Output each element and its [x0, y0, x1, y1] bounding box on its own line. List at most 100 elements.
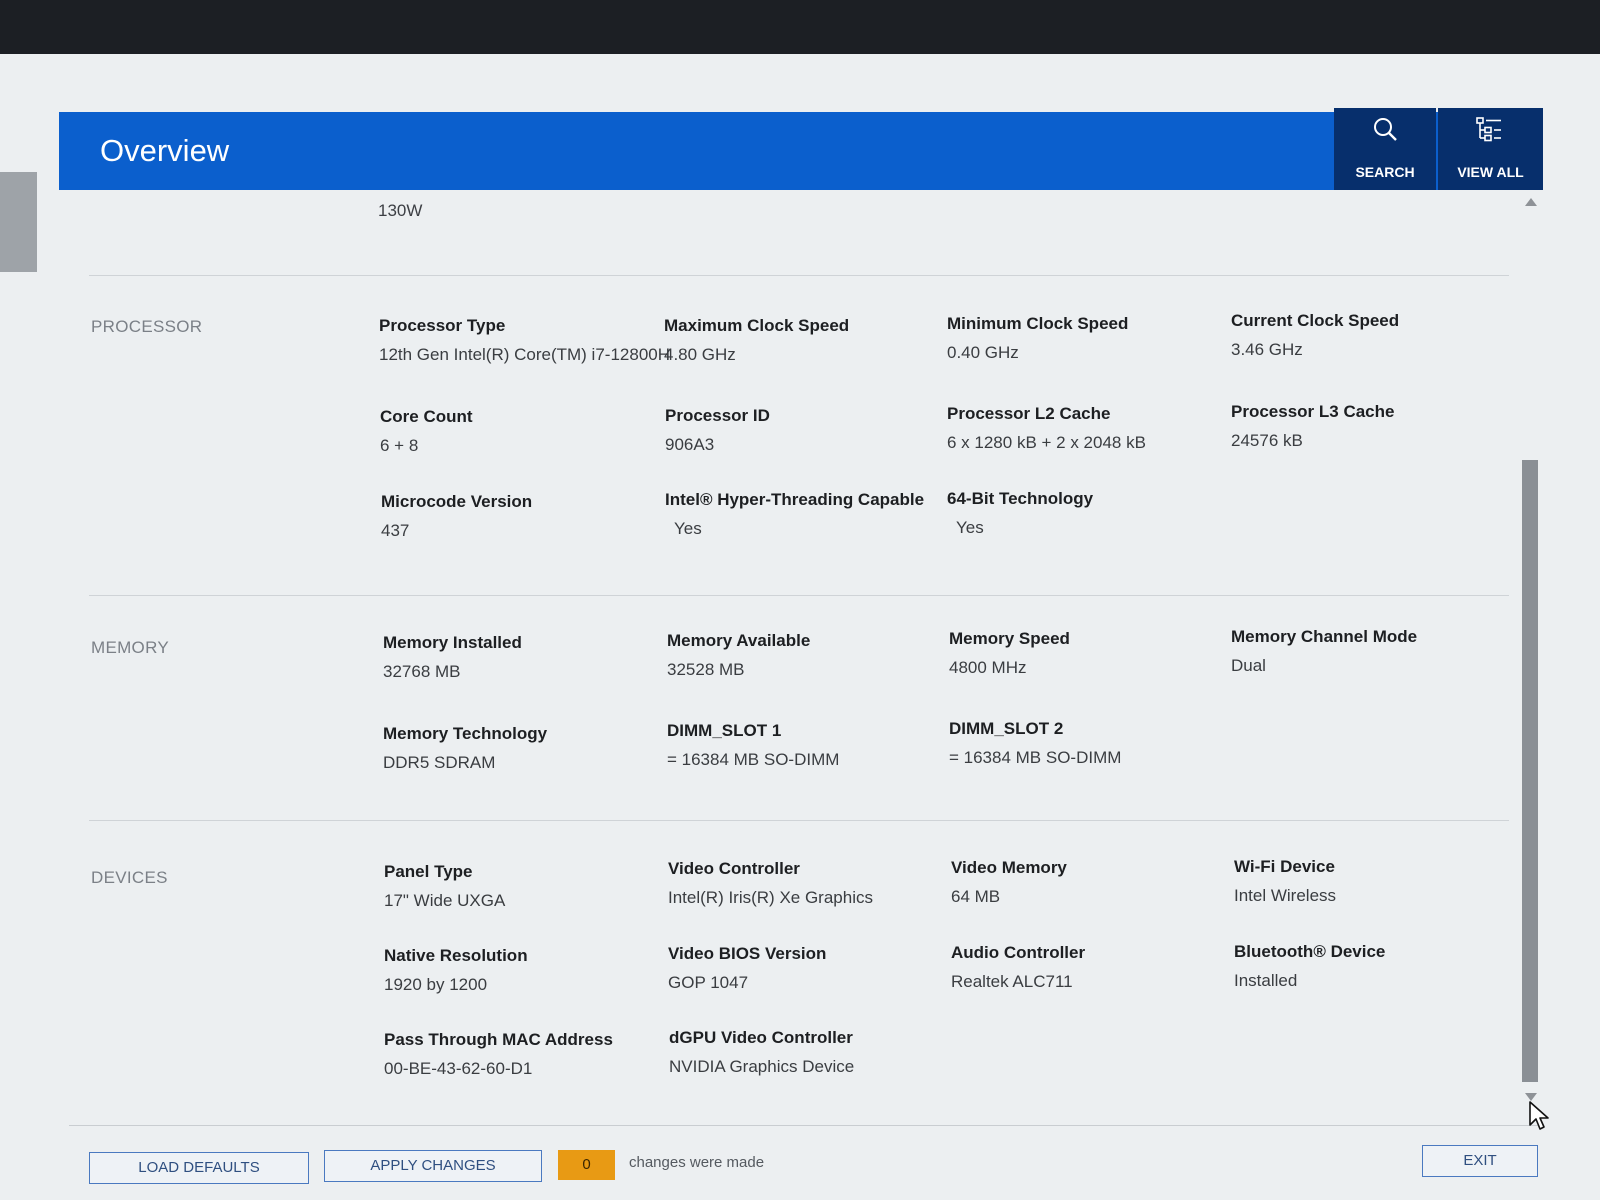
- field-core-count: Core Count 6 + 8: [380, 407, 658, 456]
- field-value: Yes: [674, 519, 702, 538]
- field-label: Processor Type: [379, 316, 506, 335]
- field-label: Microcode Version: [381, 492, 533, 511]
- section-label-memory: MEMORY: [91, 638, 169, 657]
- field-label: Native Resolution: [384, 946, 528, 965]
- field-processor-type: Processor Type 12th Gen Intel(R) Core(TM…: [379, 316, 671, 365]
- field-value: Intel Wireless: [1234, 886, 1337, 905]
- field-label: Bluetooth® Device: [1234, 942, 1386, 961]
- field-microcode-version: Microcode Version 437: [381, 492, 659, 541]
- field-label: Video BIOS Version: [668, 944, 827, 963]
- scrollbar-thumb[interactable]: [1522, 460, 1538, 1082]
- search-button[interactable]: SEARCH: [1334, 108, 1436, 190]
- field-audio-controller: Audio Controller Realtek ALC711: [951, 943, 1229, 992]
- field-hyper-threading: Intel® Hyper-Threading Capable Yes: [665, 490, 943, 539]
- field-maximum-clock-speed: Maximum Clock Speed 4.80 GHz: [664, 316, 942, 365]
- field-memory-available: Memory Available 32528 MB: [667, 631, 945, 680]
- footer-divider: [69, 1125, 1539, 1126]
- field-label: Memory Available: [667, 631, 811, 650]
- field-label: Memory Channel Mode: [1231, 627, 1418, 646]
- field-label: Processor L3 Cache: [1231, 402, 1395, 421]
- overview-header: Overview SEARCH VIEW ALL: [59, 108, 1543, 190]
- field-value: 12th Gen Intel(R) Core(TM) i7-12800H: [379, 345, 671, 364]
- field-label: Current Clock Speed: [1231, 311, 1400, 330]
- field-value: 32768 MB: [383, 662, 461, 681]
- field-dimm-slot-2: DIMM_SLOT 2 = 16384 MB SO-DIMM: [949, 719, 1227, 768]
- field-label: Panel Type: [384, 862, 473, 881]
- field-value: 6 + 8: [380, 436, 419, 455]
- field-label: Wi-Fi Device: [1234, 857, 1335, 876]
- field-wifi-device: Wi-Fi Device Intel Wireless: [1234, 857, 1512, 906]
- overview-content: 130W PROCESSOR Processor Type 12th Gen I…: [59, 190, 1519, 1115]
- field-label: 64-Bit Technology: [947, 489, 1094, 508]
- field-value: Installed: [1234, 971, 1298, 990]
- field-label: Intel® Hyper-Threading Capable: [665, 490, 925, 509]
- apply-changes-button[interactable]: APPLY CHANGES: [324, 1150, 542, 1182]
- field-processor-id: Processor ID 906A3: [665, 406, 943, 455]
- field-value: 0.40 GHz: [947, 343, 1019, 362]
- field-memory-speed: Memory Speed 4800 MHz: [949, 629, 1227, 678]
- field-label: Minimum Clock Speed: [947, 314, 1129, 333]
- field-dgpu-video-controller: dGPU Video Controller NVIDIA Graphics De…: [669, 1028, 947, 1077]
- field-native-resolution: Native Resolution 1920 by 1200: [384, 946, 662, 995]
- field-label: dGPU Video Controller: [669, 1028, 853, 1047]
- page-title: Overview: [100, 133, 230, 168]
- field-label: DIMM_SLOT 1: [667, 721, 782, 740]
- field-label: Core Count: [380, 407, 473, 426]
- monitor-bezel: [0, 0, 1600, 54]
- section-label-devices: DEVICES: [91, 868, 168, 887]
- field-value: NVIDIA Graphics Device: [669, 1057, 855, 1076]
- section-divider: [89, 595, 1509, 596]
- load-defaults-button[interactable]: LOAD DEFAULTS: [89, 1152, 309, 1184]
- field-value: 32528 MB: [667, 660, 745, 679]
- field-value: 437: [381, 521, 410, 540]
- field-value: GOP 1047: [668, 973, 749, 992]
- field-value: 00-BE-43-62-60-D1: [384, 1059, 533, 1078]
- field-memory-installed: Memory Installed 32768 MB: [383, 633, 661, 682]
- field-memory-technology: Memory Technology DDR5 SDRAM: [383, 724, 661, 773]
- field-value: 1920 by 1200: [384, 975, 488, 994]
- field-value: 4.80 GHz: [664, 345, 736, 364]
- field-label: Processor L2 Cache: [947, 404, 1111, 423]
- vertical-scrollbar[interactable]: [1521, 196, 1539, 1106]
- field-panel-type: Panel Type 17" Wide UXGA: [384, 862, 662, 911]
- power-adapter-value: 130W: [378, 201, 423, 220]
- exit-button[interactable]: EXIT: [1422, 1145, 1538, 1177]
- field-minimum-clock-speed: Minimum Clock Speed 0.40 GHz: [947, 314, 1225, 363]
- field-label: DIMM_SLOT 2: [949, 719, 1064, 738]
- field-64-bit-technology: 64-Bit Technology Yes: [947, 489, 1225, 538]
- field-value: DDR5 SDRAM: [383, 753, 496, 772]
- field-label: Pass Through MAC Address: [384, 1030, 613, 1049]
- search-icon: [1374, 118, 1397, 141]
- field-value: Realtek ALC711: [951, 972, 1073, 991]
- tree-list-icon: [1476, 117, 1501, 142]
- field-label: Audio Controller: [951, 943, 1086, 962]
- field-value: = 16384 MB SO-DIMM: [667, 750, 840, 769]
- field-processor-l2-cache: Processor L2 Cache 6 x 1280 kB + 2 x 204…: [947, 404, 1225, 453]
- field-label: Video Memory: [951, 858, 1067, 877]
- field-value: Dual: [1231, 656, 1266, 675]
- field-value: = 16384 MB SO-DIMM: [949, 748, 1122, 767]
- field-value: 4800 MHz: [949, 658, 1027, 677]
- field-value: 906A3: [665, 435, 715, 454]
- field-video-controller: Video Controller Intel(R) Iris(R) Xe Gra…: [668, 859, 946, 908]
- view-all-button[interactable]: VIEW ALL: [1438, 108, 1543, 190]
- search-button-label: SEARCH: [1355, 164, 1415, 180]
- section-label-processor: PROCESSOR: [91, 317, 203, 336]
- field-memory-channel-mode: Memory Channel Mode Dual: [1231, 627, 1509, 676]
- side-panel-tab[interactable]: [0, 172, 37, 272]
- field-pass-through-mac: Pass Through MAC Address 00-BE-43-62-60-…: [384, 1030, 662, 1079]
- field-label: Processor ID: [665, 406, 770, 425]
- section-divider: [89, 820, 1509, 821]
- field-processor-l3-cache: Processor L3 Cache 24576 kB: [1231, 402, 1509, 451]
- field-label: Memory Technology: [383, 724, 548, 743]
- field-value: 64 MB: [951, 887, 1001, 906]
- field-value: 6 x 1280 kB + 2 x 2048 kB: [947, 433, 1146, 452]
- changes-status-text: changes were made: [629, 1154, 765, 1171]
- field-video-memory: Video Memory 64 MB: [951, 858, 1229, 907]
- view-all-button-label: VIEW ALL: [1457, 164, 1524, 180]
- field-dimm-slot-1: DIMM_SLOT 1 = 16384 MB SO-DIMM: [667, 721, 945, 770]
- field-label: Memory Installed: [383, 633, 522, 652]
- field-value: Yes: [956, 518, 984, 537]
- section-divider: [89, 275, 1509, 276]
- scroll-up-arrow-icon[interactable]: [1525, 198, 1537, 206]
